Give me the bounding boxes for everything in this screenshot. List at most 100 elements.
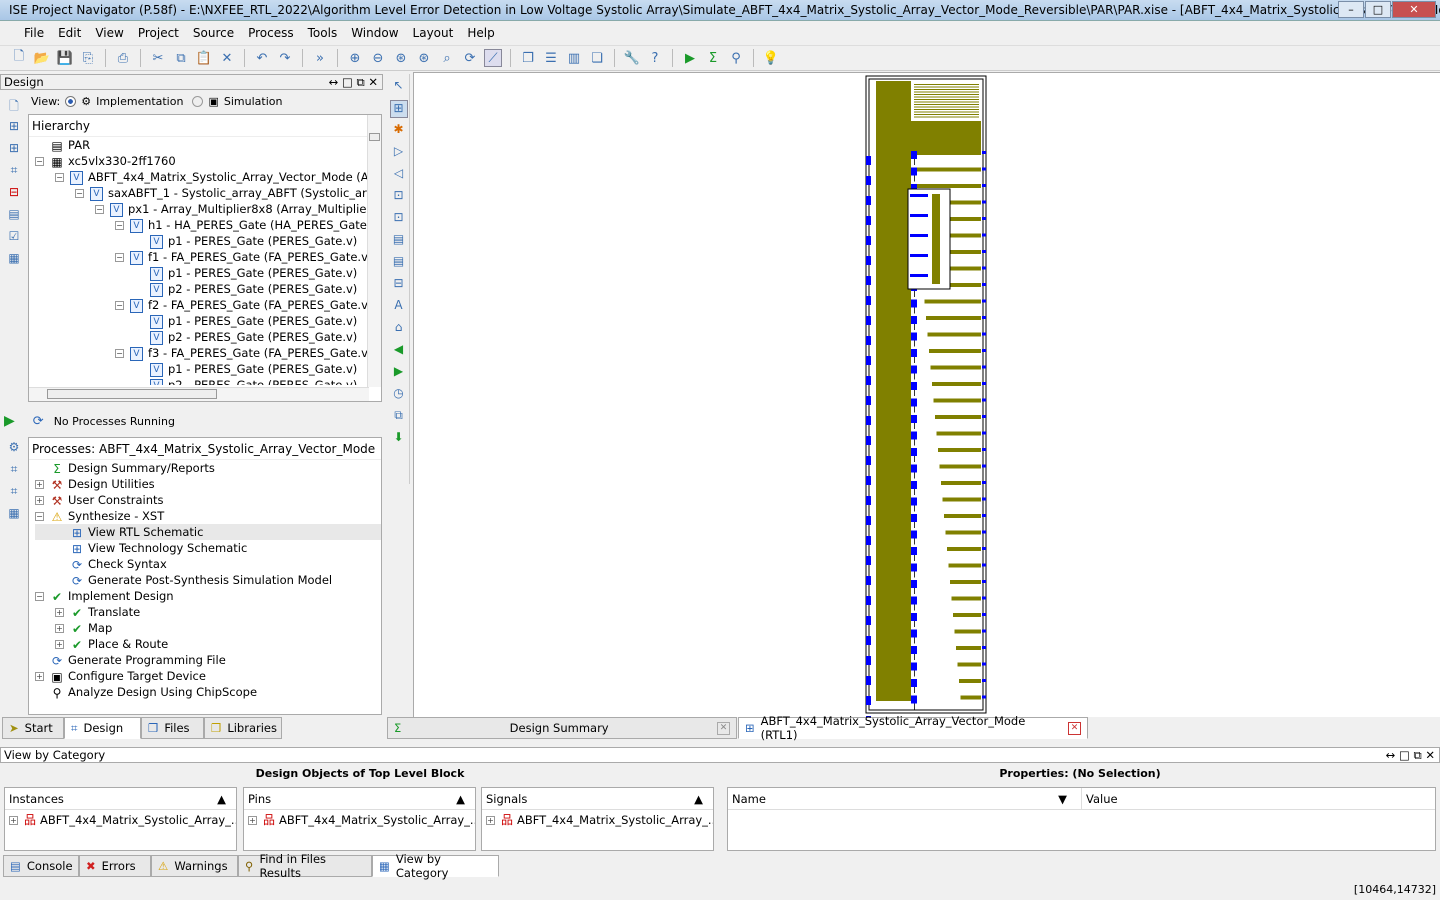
process-item[interactable]: ⚲ Analyze Design Using ChipScope	[35, 684, 381, 700]
tab-files[interactable]: ❐ Files	[141, 717, 204, 739]
select-icon[interactable]: ↖	[390, 78, 408, 96]
menu-help[interactable]: Help	[467, 26, 494, 40]
home-icon[interactable]: ⌂	[390, 320, 408, 338]
hierarchy-hscrollbar[interactable]	[29, 387, 369, 401]
next-icon[interactable]: ▶	[390, 364, 408, 382]
process-expand-icon[interactable]: ⌗	[5, 484, 23, 502]
collapse-icon[interactable]: −	[35, 157, 44, 166]
signals-header[interactable]: Signals	[486, 788, 527, 809]
table-icon[interactable]: ▦	[5, 251, 23, 269]
text-icon[interactable]: A	[390, 298, 408, 316]
undo-icon[interactable]: ↶	[253, 49, 271, 67]
zoom-out-icon[interactable]: ⊖	[369, 49, 387, 67]
copy-icon[interactable]: ⧉	[172, 49, 190, 67]
paste-icon[interactable]: 📋	[195, 49, 213, 67]
panel-controls[interactable]: ↔ □ ⧉ ✕	[329, 75, 378, 90]
process-item[interactable]: + ▣ Configure Target Device	[35, 668, 381, 684]
add-elements-icon[interactable]: ✱	[390, 122, 408, 140]
expand-icon[interactable]: +	[55, 640, 64, 649]
process-item[interactable]: ⟳ Check Syntax	[35, 556, 381, 572]
tree-item[interactable]: Vp2 - PERES_Gate (PERES_Gate.v)	[35, 377, 367, 385]
refresh-icon[interactable]: ⟳	[461, 49, 479, 67]
tree-item[interactable]: − Vf2 - FA_PERES_Gate (FA_PERES_Gate.v)	[35, 297, 367, 313]
process-item[interactable]: + ✔ Place & Route	[35, 636, 381, 652]
tree-item[interactable]: − Vf1 - FA_PERES_Gate (FA_PERES_Gate.v)	[35, 249, 367, 265]
pin-icon[interactable]: ⚲	[727, 49, 745, 67]
ratsnest-icon[interactable]: ⊟	[390, 276, 408, 294]
collapse-icon[interactable]: −	[115, 253, 124, 262]
close-tab-icon[interactable]: ✕	[717, 721, 730, 735]
tree-item[interactable]: Vp1 - PERES_Gate (PERES_Gate.v)	[35, 233, 367, 249]
delete-icon[interactable]: ✕	[218, 49, 236, 67]
bottom-panel-controls[interactable]: ↔ □ ⧉ ✕	[1386, 748, 1435, 763]
tab-libraries[interactable]: ❐ Libraries	[204, 717, 282, 739]
menu-source[interactable]: Source	[193, 26, 234, 40]
tree-item[interactable]: Vp1 - PERES_Gate (PERES_Gate.v)	[35, 265, 367, 281]
process-properties-icon[interactable]: ⚙	[5, 440, 23, 458]
prev-icon[interactable]: ◀	[390, 342, 408, 360]
tab-find-in-files-results[interactable]: ⚲ Find in Files Results	[238, 852, 372, 880]
properties-table[interactable]: Name ▼ Value	[727, 787, 1436, 851]
save-icon[interactable]: 💾	[56, 49, 74, 67]
pop-icon[interactable]: ⊡	[390, 210, 408, 228]
collapse-icon[interactable]: −	[115, 301, 124, 310]
tab-console[interactable]: ▤ Console	[3, 855, 79, 877]
cascade-icon[interactable]: ❐	[519, 49, 537, 67]
menu-view[interactable]: View	[95, 26, 123, 40]
rtl-schematic[interactable]	[414, 73, 1440, 745]
simulation-radio[interactable]	[192, 96, 204, 107]
tab-design-summary[interactable]: Σ Design Summary ✕	[387, 717, 737, 739]
zoom-fit-icon[interactable]: ⊛	[392, 49, 410, 67]
signals-list[interactable]: Signals ▲ + 品 ABFT_4x4_Matrix_Systolic_Array…	[481, 787, 714, 851]
module-icon[interactable]: ⌗	[5, 163, 23, 181]
add-source-icon[interactable]: ⊞	[5, 119, 23, 137]
process-item[interactable]: − ✔ Implement Design	[35, 588, 381, 604]
value-column-header[interactable]: Value	[1082, 788, 1118, 809]
run-process-icon[interactable]: ▶	[4, 413, 15, 429]
push-icon[interactable]: ⊡	[390, 188, 408, 206]
open-icon[interactable]: 📂	[33, 49, 51, 67]
zoom-full-icon[interactable]: ⊛	[415, 49, 433, 67]
schematic-view-icon[interactable]: ⊞	[389, 100, 408, 118]
list-item[interactable]: + 品 ABFT_4x4_Matrix_Systolic_Array_...	[482, 810, 713, 830]
tree-item[interactable]: Vp2 - PERES_Gate (PERES_Gate.v)	[35, 329, 367, 345]
menu-process[interactable]: Process	[248, 26, 294, 40]
page2-icon[interactable]: ▤	[390, 254, 408, 272]
process-item[interactable]: ⊞ View RTL Schematic	[35, 524, 381, 540]
menu-edit[interactable]: Edit	[58, 26, 81, 40]
tree-item[interactable]: − VsaxABFT_1 - Systolic_array_ABFT (Systo…	[35, 185, 367, 201]
close-button[interactable]: ✕	[1392, 1, 1436, 18]
tab-start[interactable]: ➤ Start	[2, 717, 64, 739]
zoom-select-icon[interactable]: ⌕	[438, 49, 456, 67]
zoom-in-icon[interactable]: ⊕	[346, 49, 364, 67]
tree-item[interactable]: − ▦ xc5vlx330-2ff1760	[35, 153, 367, 169]
tree-item[interactable]: − Vh1 - HA_PERES_Gate (HA_PERES_Gate.v)	[35, 217, 367, 233]
redo-icon[interactable]: ↷	[276, 49, 294, 67]
schematic-canvas[interactable]	[413, 72, 1440, 745]
expand-icon[interactable]: +	[55, 624, 64, 633]
tree-item[interactable]: − V ABFT_4x4_Matrix_Systolic_Array_Vector_…	[35, 169, 367, 185]
close-tab-icon[interactable]: ✕	[1068, 721, 1081, 735]
collapse-icon[interactable]: −	[35, 512, 44, 521]
pan-icon[interactable]: ⟋	[484, 49, 502, 67]
pins-header[interactable]: Pins	[248, 788, 271, 809]
hierarchy-vscrollbar[interactable]	[367, 115, 381, 387]
process-item[interactable]: − ⚠ Synthesize - XST	[35, 508, 381, 524]
menu-project[interactable]: Project	[138, 26, 179, 40]
list-item[interactable]: + 品 ABFT_4x4_Matrix_Systolic_Array_...	[5, 810, 236, 830]
copy-view-icon[interactable]: ⧉	[390, 408, 408, 426]
process-item[interactable]: + ✔ Map	[35, 620, 381, 636]
sigma-icon[interactable]: Σ	[704, 49, 722, 67]
menu-window[interactable]: Window	[351, 26, 398, 40]
pins-list[interactable]: Pins ▲ + 品 ABFT_4x4_Matrix_Systolic_Array_..…	[243, 787, 476, 851]
expand-icon[interactable]: +	[35, 496, 44, 505]
process-item[interactable]: + ✔ Translate	[35, 604, 381, 620]
tab-design[interactable]: ⌗ Design	[64, 717, 141, 739]
tab-view-by-category[interactable]: ▦ View by Category	[372, 852, 499, 880]
implementation-label[interactable]: Implementation	[96, 95, 183, 108]
implementation-radio[interactable]	[65, 96, 77, 107]
back-icon[interactable]: ◁	[390, 166, 408, 184]
tab-errors[interactable]: ✖ Errors	[79, 855, 151, 877]
export-icon[interactable]: ⬇	[390, 430, 408, 448]
new-source-icon[interactable]: 🗋	[5, 97, 23, 115]
